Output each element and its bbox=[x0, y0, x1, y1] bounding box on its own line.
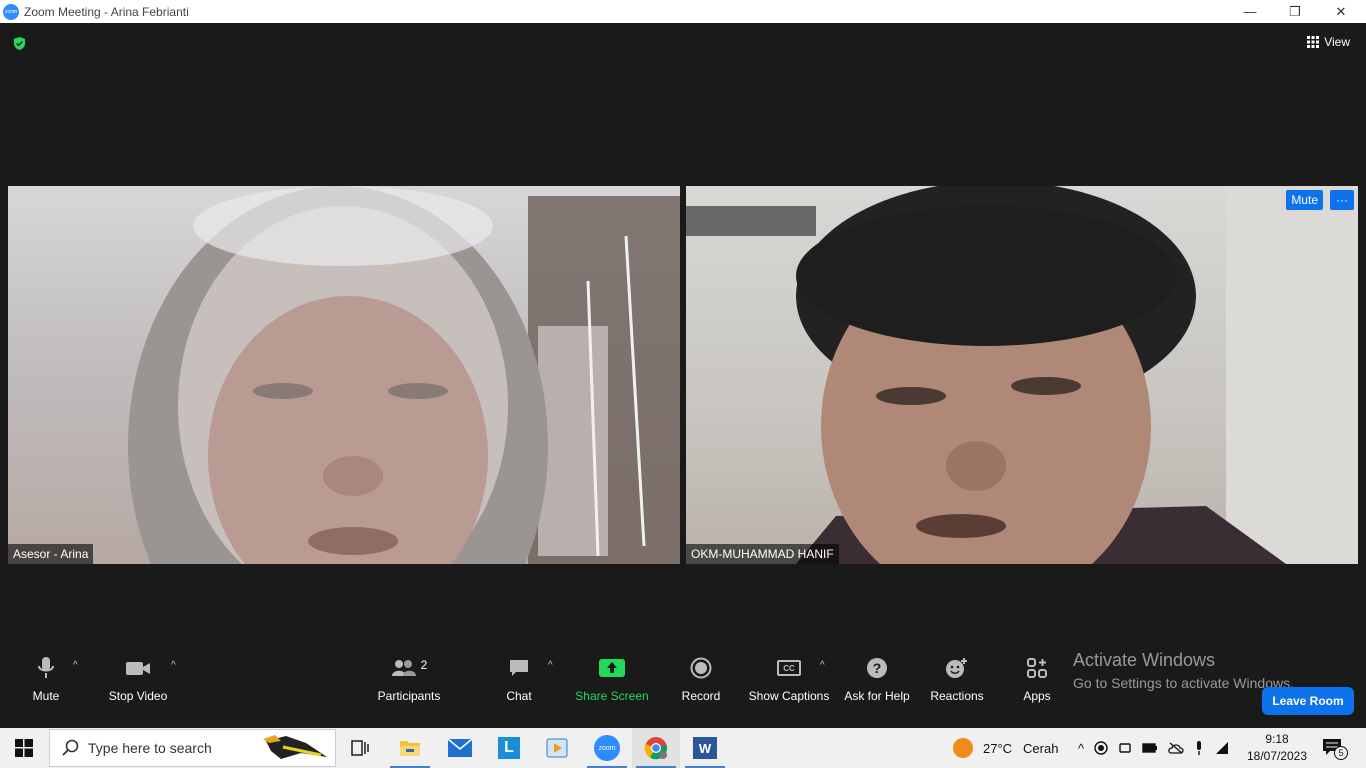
chat-options-caret-icon[interactable]: ^ bbox=[548, 660, 553, 671]
word-app[interactable]: W bbox=[681, 728, 729, 768]
window-title: Zoom Meeting - Arina Febrianti bbox=[24, 4, 189, 19]
view-label: View bbox=[1324, 35, 1350, 49]
zoom-logo-icon: zoom bbox=[3, 3, 19, 20]
share-screen-icon bbox=[599, 659, 625, 677]
system-tray: ^ bbox=[1078, 728, 1230, 768]
folder-icon bbox=[400, 741, 420, 756]
meet-now-icon[interactable] bbox=[1118, 741, 1132, 755]
participant-video-feed bbox=[128, 186, 680, 564]
record-label: Record bbox=[681, 689, 721, 703]
activate-windows-title: Activate Windows bbox=[1073, 650, 1216, 670]
notification-count-badge: 5 bbox=[1334, 746, 1348, 760]
record-tray-icon[interactable] bbox=[1094, 741, 1108, 755]
svg-text:?: ? bbox=[873, 660, 882, 676]
view-button[interactable]: View bbox=[1307, 35, 1350, 49]
participant-name-tag: Asesor - Arina bbox=[8, 544, 94, 564]
reactions-label: Reactions bbox=[930, 689, 984, 703]
activate-windows-watermark: Activate Windows Go to Settings to activ… bbox=[1073, 650, 1294, 691]
record-icon bbox=[690, 657, 712, 679]
participants-count-badge: 2 bbox=[420, 658, 428, 672]
system-clock[interactable]: 9:18 18/07/2023 bbox=[1243, 731, 1311, 765]
l-app[interactable]: L bbox=[485, 728, 533, 768]
close-button[interactable]: ✕ bbox=[1318, 0, 1364, 23]
mail-envelope-icon bbox=[448, 739, 472, 757]
participants-label: Participants bbox=[377, 689, 441, 703]
start-button[interactable] bbox=[0, 728, 48, 768]
stop-video-label: Stop Video bbox=[108, 689, 168, 703]
audio-options-caret-icon[interactable]: ^ bbox=[73, 660, 78, 671]
chat-label: Chat bbox=[506, 689, 532, 703]
microphone-icon bbox=[38, 657, 54, 678]
ask-for-help-button[interactable]: ? Ask for Help bbox=[832, 655, 922, 703]
zoom-app-icon: zoom bbox=[594, 735, 620, 761]
apps-button[interactable]: Apps bbox=[992, 655, 1082, 703]
taskbar-search-box[interactable]: Type here to search bbox=[49, 729, 336, 767]
captions-options-caret-icon[interactable]: ^ bbox=[820, 660, 825, 671]
windows-taskbar: Type here to search L zoom W 27°C Cerah … bbox=[0, 728, 1366, 768]
search-placeholder: Type here to search bbox=[88, 740, 212, 756]
mail-app[interactable] bbox=[436, 728, 484, 768]
ask-for-help-label: Ask for Help bbox=[844, 689, 910, 703]
video-options-caret-icon[interactable]: ^ bbox=[171, 660, 176, 671]
weather-sun-icon bbox=[953, 738, 973, 758]
wifi-icon[interactable] bbox=[1214, 741, 1230, 755]
weather-description: Cerah bbox=[1023, 740, 1059, 756]
battery-icon[interactable] bbox=[1142, 742, 1158, 754]
show-hidden-icons-chevron-icon[interactable]: ^ bbox=[1078, 741, 1084, 756]
show-captions-label: Show Captions bbox=[748, 689, 830, 703]
clock-date: 18/07/2023 bbox=[1246, 749, 1308, 763]
l-app-icon: L bbox=[498, 737, 520, 759]
participants-button[interactable]: 2 Participants bbox=[364, 655, 454, 703]
participant-video-feed bbox=[686, 186, 1358, 564]
video-camera-icon bbox=[126, 662, 150, 675]
clock-time: 9:18 bbox=[1265, 732, 1289, 746]
media-player-icon bbox=[546, 738, 568, 758]
apps-label: Apps bbox=[1023, 689, 1051, 703]
task-view-button[interactable] bbox=[336, 728, 384, 768]
hornbill-bird-icon bbox=[263, 735, 327, 759]
search-icon bbox=[62, 739, 79, 756]
help-question-icon: ? bbox=[867, 658, 887, 678]
windows-logo-icon bbox=[15, 739, 33, 757]
activate-windows-subtitle: Go to Settings to activate Windows. bbox=[1073, 675, 1294, 691]
notification-center-button[interactable]: 5 bbox=[1322, 728, 1348, 768]
apps-icon bbox=[1027, 658, 1047, 678]
weather-widget[interactable]: 27°C Cerah bbox=[953, 728, 1058, 768]
chrome-browser-icon bbox=[644, 737, 668, 760]
microphone-tray-icon[interactable] bbox=[1194, 740, 1204, 756]
restore-button[interactable]: ❐ bbox=[1272, 0, 1318, 23]
mute-label: Mute bbox=[32, 689, 60, 703]
word-icon: W bbox=[693, 737, 717, 759]
record-button[interactable]: Record bbox=[656, 655, 746, 703]
minimize-button[interactable]: — bbox=[1227, 0, 1273, 23]
mute-participant-button[interactable]: Mute bbox=[1286, 190, 1323, 210]
onedrive-cloud-icon[interactable] bbox=[1168, 742, 1184, 754]
task-view-icon bbox=[351, 740, 369, 756]
title-bar: zoom Zoom Meeting - Arina Febrianti — ❐ … bbox=[0, 0, 1366, 23]
smiley-reaction-icon bbox=[946, 658, 967, 678]
chat-bubble-icon bbox=[510, 660, 528, 676]
closed-captions-icon: CC bbox=[777, 660, 801, 676]
weather-temperature: 27°C bbox=[983, 740, 1013, 756]
media-player-app[interactable] bbox=[533, 728, 581, 768]
file-explorer-app[interactable] bbox=[386, 728, 434, 768]
share-screen-button[interactable]: Share Screen bbox=[567, 655, 657, 703]
grid-icon bbox=[1307, 36, 1320, 48]
video-tile-hanif[interactable]: Mute ··· OKM-MUHAMMAD HANIF bbox=[686, 186, 1358, 564]
participants-icon bbox=[391, 660, 416, 676]
stop-video-button[interactable]: Stop Video bbox=[93, 655, 183, 703]
participant-name-tag: OKM-MUHAMMAD HANIF bbox=[686, 544, 839, 564]
zoom-app[interactable]: zoom bbox=[583, 728, 631, 768]
meeting-area: View Asesor - Arina Mute ··· OKM-MUHAMMA… bbox=[0, 23, 1366, 728]
video-tile-asesor[interactable]: Asesor - Arina bbox=[8, 186, 680, 564]
leave-room-button[interactable]: Leave Room bbox=[1262, 687, 1354, 715]
chrome-app[interactable] bbox=[632, 728, 680, 768]
encryption-shield-icon[interactable] bbox=[12, 36, 27, 51]
reactions-button[interactable]: Reactions bbox=[912, 655, 1002, 703]
share-screen-label: Share Screen bbox=[575, 689, 649, 703]
more-options-button[interactable]: ··· bbox=[1330, 190, 1354, 210]
